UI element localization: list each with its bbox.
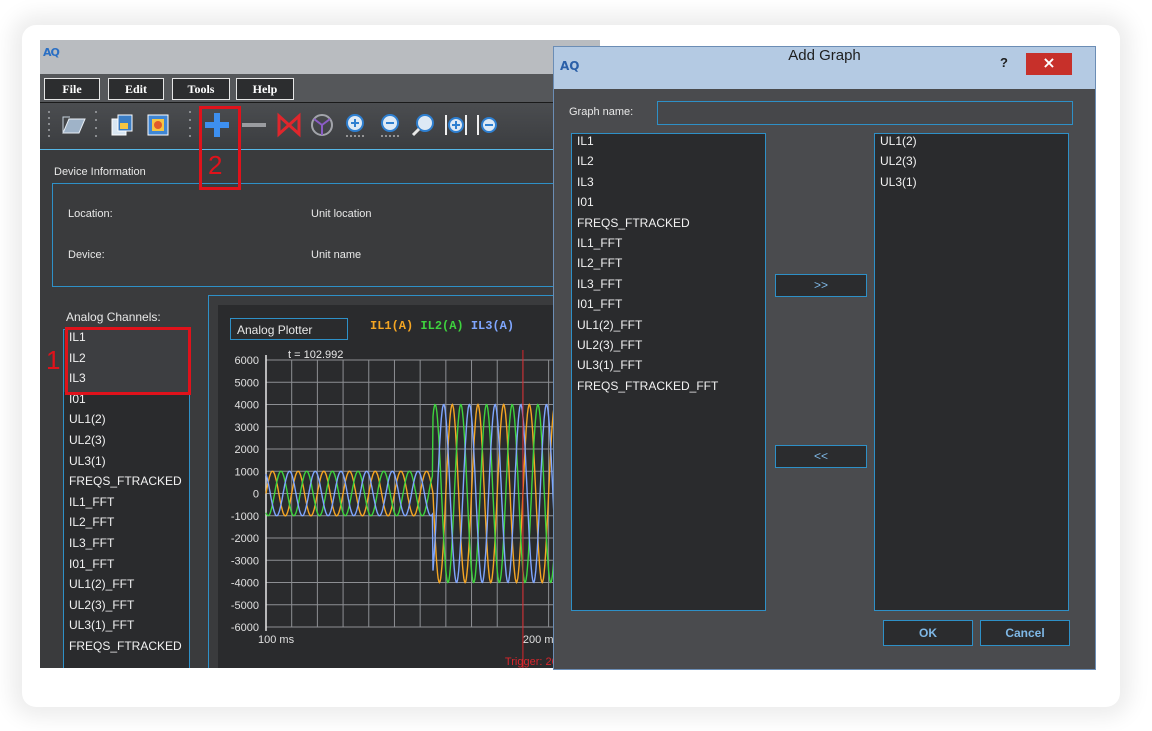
y-tick-label: 1000 bbox=[235, 466, 259, 478]
y-tick-label: -3000 bbox=[231, 555, 259, 567]
selected-item[interactable]: UL2(3) bbox=[875, 154, 1068, 174]
dialog-titlebar: AQ Add Graph ? × bbox=[554, 47, 1095, 89]
add-channel-button[interactable]: >> bbox=[775, 274, 867, 297]
cursor-readout: t = 102.992 bbox=[288, 349, 343, 361]
channel-item[interactable]: UL1(2)_FFT bbox=[64, 577, 189, 598]
toolbar-separator-icon bbox=[189, 111, 191, 137]
close-button[interactable]: × bbox=[1026, 53, 1072, 75]
device-label: Device: bbox=[68, 249, 105, 261]
channel-item[interactable]: I01_FFT bbox=[64, 557, 189, 578]
analog-plotter[interactable]: Analog Plotter IL1(A) IL2(A) IL3(A) 6000… bbox=[218, 305, 600, 668]
y-tick-label: 3000 bbox=[235, 422, 259, 434]
y-tick-label: -6000 bbox=[231, 622, 259, 634]
zoom-in-icon[interactable] bbox=[342, 111, 370, 139]
channel-item[interactable]: FREQS_FTRACKED bbox=[64, 474, 189, 495]
image-icon[interactable] bbox=[144, 111, 172, 139]
help-button[interactable]: ? bbox=[1000, 55, 1008, 70]
menu-help[interactable]: Help bbox=[236, 78, 294, 100]
zoom-out-horizontal-icon[interactable] bbox=[474, 111, 502, 139]
selected-item[interactable]: UL1(2) bbox=[875, 134, 1068, 154]
channel-item[interactable]: UL2(3)_FFT bbox=[64, 598, 189, 619]
graph-name-label: Graph name: bbox=[569, 106, 634, 118]
zoom-fit-icon[interactable] bbox=[410, 111, 438, 139]
channel-item[interactable]: UL1(2) bbox=[64, 412, 189, 433]
available-item[interactable]: IL2_FFT bbox=[572, 256, 765, 276]
channel-item[interactable]: IL2_FFT bbox=[64, 515, 189, 536]
graph-name-input[interactable] bbox=[657, 101, 1073, 125]
selected-item[interactable]: UL3(1) bbox=[875, 175, 1068, 195]
x-tick-label: 100 ms bbox=[258, 634, 295, 646]
ok-button[interactable]: OK bbox=[883, 620, 973, 646]
y-tick-label: 4000 bbox=[235, 400, 259, 412]
menu-file[interactable]: File bbox=[44, 78, 100, 100]
selected-channels-list[interactable]: UL1(2) UL2(3) UL3(1) bbox=[874, 133, 1069, 611]
zoom-in-horizontal-icon[interactable] bbox=[442, 111, 470, 139]
y-tick-label: -5000 bbox=[231, 600, 259, 612]
available-item[interactable]: IL3 bbox=[572, 175, 765, 195]
dialog-title: Add Graph bbox=[788, 47, 861, 64]
bowtie-icon[interactable] bbox=[275, 111, 303, 139]
available-item[interactable]: FREQS_FTRACKED_FFT bbox=[572, 379, 765, 399]
open-folder-icon[interactable] bbox=[60, 111, 88, 139]
app-logo: AQ bbox=[43, 46, 60, 59]
toolbar-grip-icon bbox=[48, 111, 50, 137]
remove-graph-icon[interactable] bbox=[240, 111, 268, 139]
available-item[interactable]: IL1 bbox=[572, 134, 765, 154]
y-tick-label: 6000 bbox=[235, 355, 259, 367]
y-tick-label: -1000 bbox=[231, 511, 259, 523]
y-tick-label: -4000 bbox=[231, 578, 259, 590]
available-item[interactable]: I01_FFT bbox=[572, 297, 765, 317]
plot-canvas: 6000 5000 4000 3000 2000 1000 0 -1000 -2000 -3000… bbox=[231, 349, 600, 668]
toolbar-separator-icon bbox=[95, 111, 97, 137]
y-tick-label: 5000 bbox=[235, 377, 259, 389]
channel-item[interactable]: IL3_FFT bbox=[64, 536, 189, 557]
available-item[interactable]: UL3(1)_FFT bbox=[572, 358, 765, 378]
location-value: Unit location bbox=[311, 208, 372, 220]
analog-channels-title: Analog Channels: bbox=[66, 310, 161, 324]
channel-item[interactable]: FREQS_FTRACKED bbox=[64, 639, 189, 660]
toolbar bbox=[40, 102, 600, 150]
device-info-title: Device Information bbox=[54, 166, 146, 178]
location-label: Location: bbox=[68, 208, 113, 220]
app-titlebar: AQ bbox=[40, 40, 600, 74]
available-item[interactable]: IL2 bbox=[572, 154, 765, 174]
y-tick-label: 0 bbox=[253, 489, 259, 501]
cancel-button[interactable]: Cancel bbox=[980, 620, 1070, 646]
channel-item[interactable]: IL1_FFT bbox=[64, 495, 189, 516]
circle-tool-icon[interactable] bbox=[308, 111, 336, 139]
available-item[interactable]: UL1(2)_FFT bbox=[572, 318, 765, 338]
copy-icon[interactable] bbox=[108, 111, 136, 139]
available-item[interactable]: IL1_FFT bbox=[572, 236, 765, 256]
main-window: AQ File Edit Tools Help Device Informati… bbox=[40, 40, 600, 668]
zoom-out-icon[interactable] bbox=[377, 111, 405, 139]
y-tick-label: -2000 bbox=[231, 533, 259, 545]
step-2-label: 2 bbox=[208, 150, 223, 180]
channel-item[interactable]: UL3(1)_FFT bbox=[64, 618, 189, 639]
device-info-panel bbox=[52, 183, 597, 287]
available-item[interactable]: IL3_FFT bbox=[572, 277, 765, 297]
available-channels-list[interactable]: IL1 IL2 IL3 I01 FREQS_FTRACKED IL1_FFT I… bbox=[571, 133, 766, 611]
step-1-label: 1 bbox=[46, 345, 61, 375]
y-tick-label: 2000 bbox=[235, 444, 259, 456]
channel-item[interactable]: UL3(1) bbox=[64, 454, 189, 475]
device-value: Unit name bbox=[311, 249, 362, 261]
available-item[interactable]: I01 bbox=[572, 195, 765, 215]
remove-channel-button[interactable]: << bbox=[775, 445, 867, 468]
channel-item[interactable]: UL2(3) bbox=[64, 433, 189, 454]
available-item[interactable]: FREQS_FTRACKED bbox=[572, 216, 765, 236]
menu-tools[interactable]: Tools bbox=[172, 78, 230, 100]
menubar: File Edit Tools Help bbox=[40, 74, 600, 102]
highlight-box-channels bbox=[65, 327, 191, 395]
add-graph-dialog: AQ Add Graph ? × Graph name: IL1 IL2 IL3… bbox=[553, 46, 1096, 670]
menu-edit[interactable]: Edit bbox=[108, 78, 164, 100]
available-item[interactable]: UL2(3)_FFT bbox=[572, 338, 765, 358]
